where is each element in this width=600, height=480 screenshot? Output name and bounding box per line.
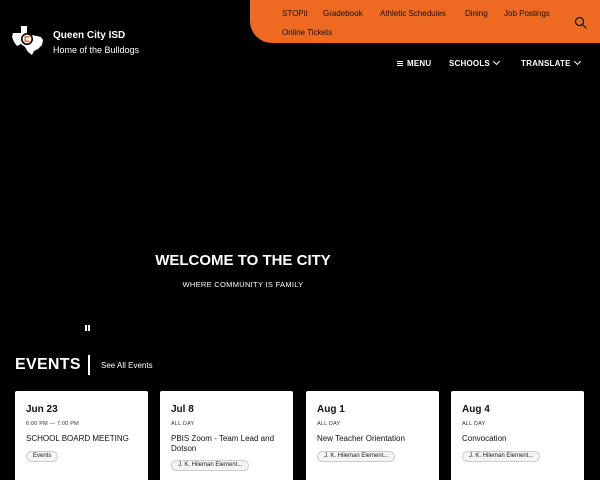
site-tagline: Home of the Bulldogs bbox=[53, 45, 140, 55]
quick-link-job-postings[interactable]: Job Postings bbox=[504, 9, 550, 18]
hamburger-icon bbox=[397, 61, 403, 66]
nav-translate-label: TRANSLATE bbox=[521, 59, 571, 68]
nav-schools-dropdown[interactable]: SCHOOLS bbox=[449, 57, 501, 68]
event-category-tag[interactable]: Events bbox=[26, 451, 59, 462]
chevron-down-icon bbox=[573, 57, 581, 66]
site-header: Queen City ISD Home of the Bulldogs STOP… bbox=[0, 0, 600, 80]
hero-banner: WELCOME TO THE CITY WHERE COMMUNITY IS F… bbox=[0, 80, 600, 342]
event-category-tag[interactable]: J. K. Hileman Element... bbox=[171, 460, 250, 471]
event-title[interactable]: SCHOOL BOARD MEETING bbox=[26, 434, 142, 444]
quick-link-athletic-schedules[interactable]: Athletic Schedules bbox=[380, 9, 446, 18]
event-title[interactable]: PBIS Zoom - Team Lead and Dotson bbox=[171, 434, 287, 454]
site-name[interactable]: Queen City ISD bbox=[53, 30, 125, 41]
event-time: ALL DAY bbox=[317, 421, 341, 427]
event-card[interactable]: Aug 1 ALL DAY New Teacher Orientation J.… bbox=[306, 391, 439, 480]
hero-subtitle: WHERE COMMUNITY IS FAMILY bbox=[182, 280, 304, 289]
search-icon[interactable] bbox=[574, 16, 588, 30]
event-card[interactable]: Aug 4 ALL DAY Convocation J. K. Hileman … bbox=[451, 391, 584, 480]
pause-icon[interactable] bbox=[85, 325, 90, 331]
nav-menu-button[interactable]: MENU bbox=[397, 59, 431, 68]
quick-link-gradebook[interactable]: Gradebook bbox=[323, 9, 363, 18]
quick-links-bar: STOPit Gradebook Athletic Schedules Dini… bbox=[250, 0, 600, 43]
event-date: Aug 1 bbox=[317, 404, 345, 415]
event-time: ALL DAY bbox=[171, 421, 195, 427]
events-heading: EVENTS bbox=[15, 356, 81, 373]
quick-link-dining[interactable]: Dining bbox=[465, 9, 488, 18]
see-all-events-link[interactable]: See All Events bbox=[101, 361, 153, 370]
event-date: Jun 23 bbox=[26, 404, 58, 415]
event-card[interactable]: Jun 23 6:00 PM — 7:00 PM SCHOOL BOARD ME… bbox=[15, 391, 148, 480]
event-date: Jul 8 bbox=[171, 404, 194, 415]
event-category-tag[interactable]: J. K. Hileman Element... bbox=[462, 451, 541, 462]
event-title[interactable]: Convocation bbox=[462, 434, 578, 444]
event-category-tag[interactable]: J. K. Hileman Element... bbox=[317, 451, 396, 462]
district-logo-icon[interactable] bbox=[10, 24, 46, 56]
chevron-down-icon bbox=[492, 57, 501, 66]
event-time: 6:00 PM — 7:00 PM bbox=[26, 421, 79, 427]
events-divider bbox=[88, 355, 90, 375]
event-time: ALL DAY bbox=[462, 421, 486, 427]
nav-menu-label: MENU bbox=[407, 59, 432, 68]
quick-link-online-tickets[interactable]: Online Tickets bbox=[282, 28, 332, 37]
event-title[interactable]: New Teacher Orientation bbox=[317, 434, 433, 444]
nav-translate-dropdown[interactable]: TRANSLATE bbox=[521, 57, 581, 68]
event-card[interactable]: Jul 8 ALL DAY PBIS Zoom - Team Lead and … bbox=[160, 391, 293, 480]
event-date: Aug 4 bbox=[462, 404, 490, 415]
quick-link-stopit[interactable]: STOPit bbox=[282, 9, 308, 18]
nav-schools-label: SCHOOLS bbox=[449, 59, 490, 68]
hero-title: WELCOME TO THE CITY bbox=[155, 252, 331, 269]
